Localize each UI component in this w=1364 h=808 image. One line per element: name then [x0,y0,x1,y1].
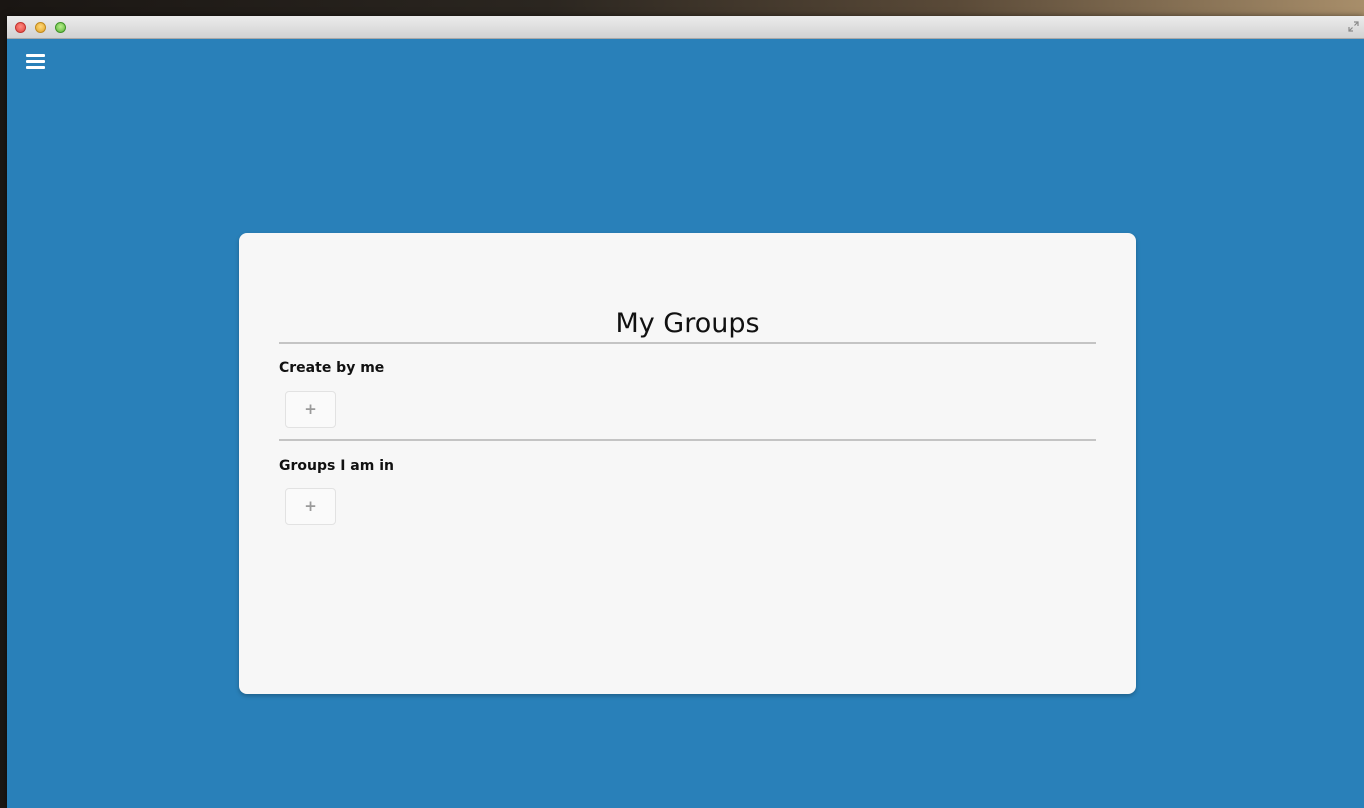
hamburger-menu-icon[interactable] [26,54,46,71]
join-group-button[interactable]: + [285,488,336,525]
add-created-group-button[interactable]: + [285,391,336,428]
zoom-icon[interactable] [55,22,66,33]
app-window: My Groups Create by me + Groups I am in … [7,16,1364,808]
page-title: My Groups [615,308,760,339]
window-titlebar [7,16,1364,39]
groups-card: My Groups Create by me + Groups I am in … [239,233,1136,694]
section-divider [279,342,1096,344]
menu-bar-middle [26,60,45,63]
minimize-icon[interactable] [35,22,46,33]
menu-bar-top [26,54,45,57]
plus-icon: + [304,400,317,418]
plus-icon: + [304,497,317,515]
section-heading-created-by-me: Create by me [279,360,385,376]
fullscreen-icon[interactable] [1348,21,1359,32]
section-heading-groups-i-am-in: Groups I am in [279,458,394,474]
menu-bar-bottom [26,66,45,69]
close-icon[interactable] [15,22,26,33]
section-divider [279,439,1096,441]
